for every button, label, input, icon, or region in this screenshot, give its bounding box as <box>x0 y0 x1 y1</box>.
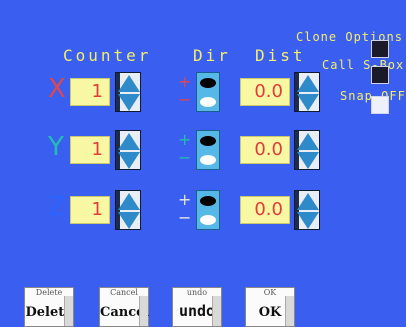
x-dir-positive-indicator <box>200 78 216 88</box>
z-counter-spinner[interactable] <box>115 190 141 230</box>
y-minus-sign: − <box>178 148 192 167</box>
z-counter-field[interactable]: 1 <box>70 196 110 224</box>
y-plus-sign: + <box>178 130 192 149</box>
z-axis-label: Z <box>48 192 66 222</box>
z-distance-spinner[interactable] <box>294 190 320 230</box>
z-minus-sign: − <box>178 208 192 227</box>
delete-edge <box>64 296 73 326</box>
x-distance-field[interactable]: 0.0 <box>240 78 290 106</box>
x-counter-field[interactable]: 1 <box>70 78 110 106</box>
cancel-button[interactable]: Cancel Cancel <box>99 287 149 327</box>
clone-options-toggle[interactable] <box>371 40 389 58</box>
counter-header: Counter <box>63 46 152 65</box>
z-direction-toggle[interactable] <box>196 190 220 230</box>
y-direction-toggle[interactable] <box>196 130 220 170</box>
y-distance-field[interactable]: 0.0 <box>240 136 290 164</box>
x-dir-negative-indicator <box>200 97 216 107</box>
x-axis-label: X <box>48 74 66 104</box>
x-plus-sign: + <box>178 72 192 91</box>
delete-button[interactable]: Delete Delete <box>24 287 74 327</box>
z-dir-negative-indicator <box>200 215 216 225</box>
y-dir-negative-indicator <box>200 155 216 165</box>
x-distance-spinner[interactable] <box>294 72 320 112</box>
z-distance-field[interactable]: 0.0 <box>240 196 290 224</box>
y-counter-spinner[interactable] <box>115 130 141 170</box>
dir-header: Dir <box>193 46 231 65</box>
y-dir-positive-indicator <box>200 136 216 146</box>
undo-button[interactable]: undo undo <box>172 287 222 327</box>
y-axis-label: Y <box>48 132 64 162</box>
dist-header: Dist <box>255 46 306 65</box>
y-counter-field[interactable]: 1 <box>70 136 110 164</box>
call-sbox-label: Call S-Box <box>322 58 405 72</box>
x-counter-spinner[interactable] <box>115 72 141 112</box>
undo-edge <box>212 296 221 326</box>
x-direction-toggle[interactable] <box>196 72 220 112</box>
z-dir-positive-indicator <box>200 196 216 206</box>
ok-button[interactable]: OK OK <box>245 287 295 327</box>
x-minus-sign: − <box>178 90 192 109</box>
z-plus-sign: + <box>178 190 192 209</box>
cancel-edge <box>139 296 148 326</box>
y-distance-spinner[interactable] <box>294 130 320 170</box>
snap-toggle[interactable] <box>371 96 389 114</box>
ok-edge <box>285 296 294 326</box>
call-sbox-toggle[interactable] <box>371 66 389 84</box>
